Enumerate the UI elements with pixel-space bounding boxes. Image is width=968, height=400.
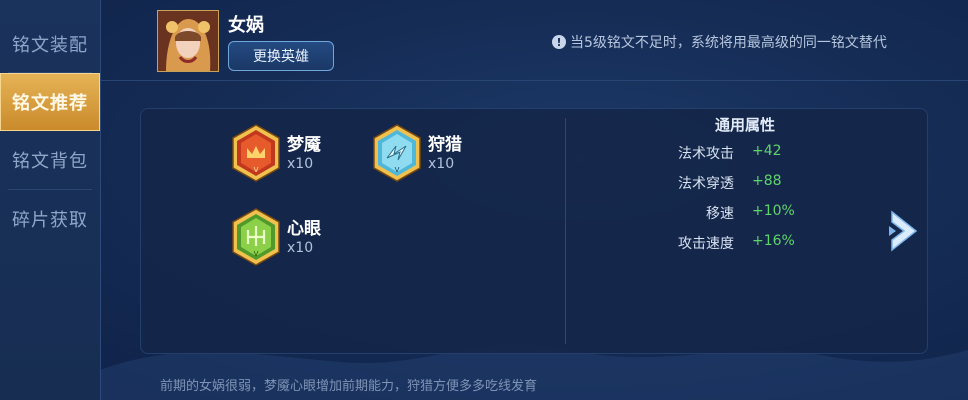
rune-count: x10 xyxy=(287,240,314,256)
rune-name: 心眼 xyxy=(287,219,321,239)
sidebar: 铭文装配 铭文推荐 铭文背包 碎片获取 xyxy=(0,0,101,400)
sidebar-item-label: 铭文装配 xyxy=(12,35,88,56)
rune-card-hunt[interactable]: V 狩猎 x10 xyxy=(372,124,532,188)
notice-text: 当5级铭文不足时，系统将用最高级的同一铭文替代 xyxy=(570,35,887,51)
sidebar-item-fragment-obtain[interactable]: 碎片获取 xyxy=(0,190,100,248)
sidebar-item-label: 碎片获取 xyxy=(12,210,88,231)
info-icon: ! xyxy=(552,35,566,49)
rune-card-nightmare[interactable]: V 梦魇 x10 xyxy=(231,124,391,188)
sidebar-item-rune-bag[interactable]: 铭文背包 xyxy=(0,131,100,189)
rune-blue-icon: V xyxy=(373,124,421,182)
stat-value: +16% xyxy=(752,233,795,249)
rune-count: x10 xyxy=(428,156,455,172)
sidebar-item-rune-equip[interactable]: 铭文装配 xyxy=(0,15,100,73)
stat-label: 攻击速度 xyxy=(678,236,734,252)
rune-name: 梦魇 xyxy=(287,135,321,155)
change-hero-button[interactable]: 更换英雄 xyxy=(228,41,334,71)
stat-value: +88 xyxy=(752,173,782,189)
stat-label: 移速 xyxy=(706,206,734,222)
svg-text:V: V xyxy=(395,166,400,174)
stat-row: 移速 +10% xyxy=(620,203,860,227)
stat-value: +42 xyxy=(752,143,782,159)
svg-text:V: V xyxy=(254,166,259,174)
stat-label: 法术穿透 xyxy=(678,176,734,192)
stat-row: 攻击速度 +16% xyxy=(620,233,860,257)
stat-value: +10% xyxy=(752,203,795,219)
rune-green-icon: V xyxy=(232,208,280,266)
rune-card-mind-eye[interactable]: V 心眼 x10 xyxy=(231,208,391,272)
svg-text:V: V xyxy=(254,250,259,258)
rune-count: x10 xyxy=(287,156,314,172)
panel-divider xyxy=(565,118,566,344)
stat-label: 法术攻击 xyxy=(678,146,734,162)
sidebar-item-rune-recommend[interactable]: 铭文推荐 xyxy=(0,73,100,131)
chevron-right-icon[interactable] xyxy=(886,208,922,254)
sidebar-item-label: 铭文推荐 xyxy=(12,93,88,114)
header-divider xyxy=(100,80,968,81)
hero-name: 女娲 xyxy=(228,15,264,36)
hero-avatar xyxy=(157,10,219,72)
notice: ! 当5级铭文不足时，系统将用最高级的同一铭文替代 xyxy=(552,32,887,52)
sidebar-item-label: 铭文背包 xyxy=(12,151,88,172)
stat-row: 法术攻击 +42 xyxy=(620,143,860,167)
stats-title: 通用属性 xyxy=(714,116,775,134)
rune-name: 狩猎 xyxy=(428,135,462,155)
recommend-note: 前期的女娲很弱，梦魇心眼增加前期能力，狩猎方便多多吃线发育 xyxy=(160,379,538,394)
rune-red-icon: V xyxy=(232,124,280,182)
stat-row: 法术穿透 +88 xyxy=(620,173,860,197)
